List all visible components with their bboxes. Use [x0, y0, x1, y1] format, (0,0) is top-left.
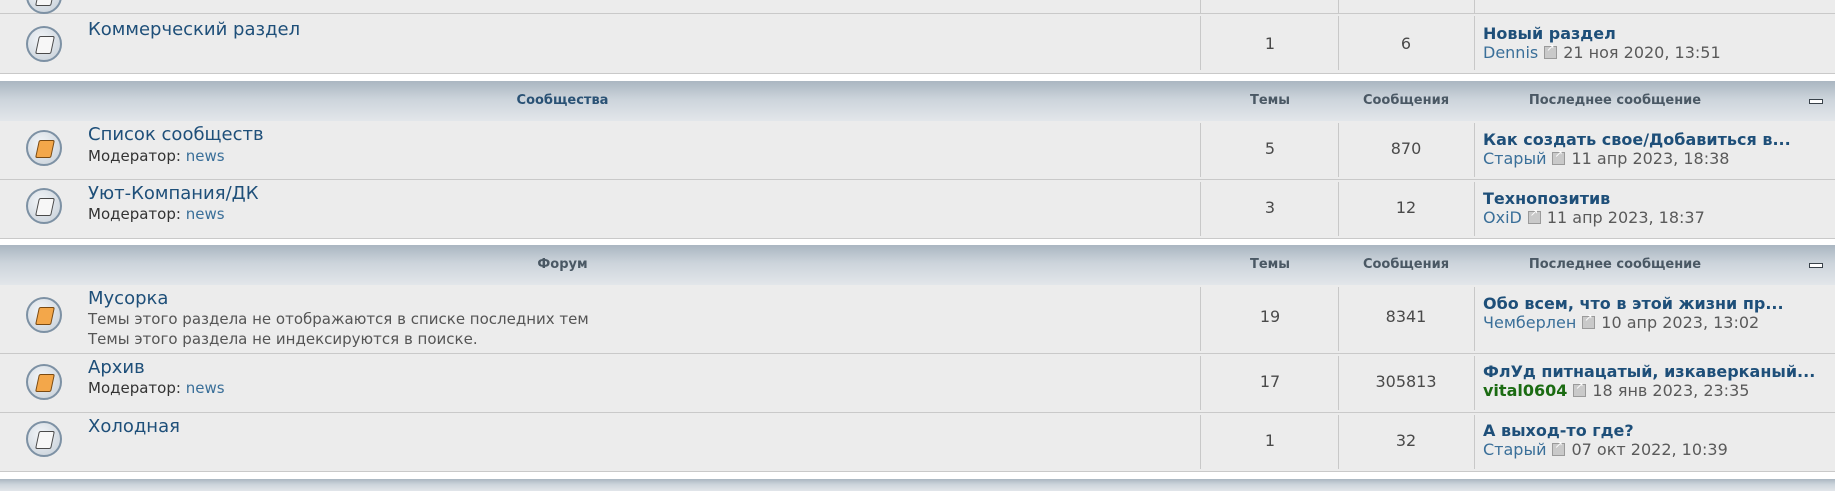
- last-post-title[interactable]: А выход-то где?: [1483, 421, 1634, 440]
- forum-read-icon: [26, 421, 62, 457]
- last-post-meta: vital0604 18 янв 2023, 23:35: [1483, 381, 1749, 400]
- last-post-date: 10 апр 2023, 13:02: [1601, 313, 1760, 332]
- topics-count: 19: [1259, 307, 1281, 326]
- last-post-title[interactable]: Как создать свое/Добавиться в...: [1483, 130, 1791, 149]
- moderator-label: Модератор:: [88, 379, 181, 397]
- moderator-link[interactable]: news: [186, 379, 225, 397]
- last-post-title[interactable]: Технопозитив: [1483, 189, 1610, 208]
- moderator-label: Модератор:: [88, 205, 181, 223]
- forum-read-icon: [26, 26, 62, 62]
- posts-count: 305813: [1375, 372, 1437, 391]
- category-title[interactable]: Форум: [0, 245, 1125, 285]
- posts-count: 12: [1395, 198, 1417, 217]
- posts-count: 6: [1400, 34, 1412, 53]
- last-post-date: 11 апр 2023, 18:37: [1546, 208, 1705, 227]
- forum-title[interactable]: Мусорка: [88, 288, 168, 309]
- last-post-title[interactable]: Новый раздел: [1483, 24, 1616, 43]
- moderator-label: Модератор:: [88, 147, 181, 165]
- forum-unread-icon: [26, 130, 62, 166]
- topics-count: 1: [1264, 34, 1276, 53]
- last-post-user[interactable]: Старый: [1483, 440, 1546, 459]
- topics-count: 5: [1264, 139, 1276, 158]
- goto-last-post-icon[interactable]: [1552, 440, 1566, 456]
- last-post-user[interactable]: Чемберлен: [1483, 313, 1576, 332]
- moderator-line: Модератор: news: [88, 205, 225, 223]
- category-header-partial: [0, 479, 1835, 491]
- category-title[interactable]: Сообщества: [0, 81, 1125, 121]
- topics-count: 3: [1264, 198, 1276, 217]
- topics-header: Темы: [1249, 93, 1291, 108]
- last-post-date: 21 ноя 2020, 13:51: [1563, 43, 1721, 62]
- topics-count: 17: [1259, 372, 1281, 391]
- last-post-title[interactable]: ФлУд питнацатый, изкаверканый...: [1483, 362, 1815, 381]
- posts-count: 32: [1395, 431, 1417, 450]
- last-post-meta: Старый 07 окт 2022, 10:39: [1483, 440, 1728, 459]
- forum-title[interactable]: Уют-Компания/ДК: [88, 183, 258, 204]
- posts-header: Сообщения: [1362, 257, 1450, 272]
- moderator-line: Модератор: news: [88, 147, 225, 165]
- last-post-user[interactable]: Старый: [1483, 149, 1546, 168]
- forum-unread-icon: [26, 297, 62, 333]
- last-post-meta: Dennis 21 ноя 2020, 13:51: [1483, 43, 1721, 62]
- category-header-forum: Форум Темы Сообщения Последнее сообщение: [0, 245, 1835, 285]
- goto-last-post-icon[interactable]: [1544, 43, 1558, 59]
- collapse-category-button[interactable]: [1809, 263, 1823, 268]
- forum-row-commercial[interactable]: Коммерческий раздел 1 6 Новый раздел Den…: [0, 14, 1835, 74]
- forum-row-partial: [0, 0, 1835, 14]
- posts-count: 8341: [1385, 307, 1427, 326]
- last-post-date: 18 янв 2023, 23:35: [1592, 381, 1750, 400]
- forum-row-communities-list[interactable]: Список сообществ Модератор: news 5 870 К…: [0, 121, 1835, 180]
- last-post-user[interactable]: OxiD: [1483, 208, 1522, 227]
- forum-read-icon: [26, 188, 62, 224]
- goto-last-post-icon[interactable]: [1527, 208, 1541, 224]
- collapse-category-button[interactable]: [1809, 99, 1823, 104]
- category-header-communities: Сообщества Темы Сообщения Последнее сооб…: [0, 81, 1835, 121]
- forum-title[interactable]: Холодная: [88, 416, 180, 437]
- last-post-user[interactable]: vital0604: [1483, 381, 1567, 400]
- forum-unread-icon: [26, 364, 62, 400]
- goto-last-post-icon[interactable]: [1582, 313, 1596, 329]
- last-post-date: 07 окт 2022, 10:39: [1571, 440, 1728, 459]
- forum-row-uyut[interactable]: Уют-Компания/ДК Модератор: news 3 12 Тех…: [0, 180, 1835, 239]
- last-post-user[interactable]: Dennis: [1483, 43, 1538, 62]
- forum-description: Темы этого раздела не отображаются в спи…: [88, 310, 589, 328]
- goto-last-post-icon[interactable]: [1573, 381, 1587, 397]
- moderator-link[interactable]: news: [186, 205, 225, 223]
- forum-row-cold[interactable]: Холодная 1 32 А выход-то где? Старый 07 о…: [0, 413, 1835, 472]
- forum-row-archive[interactable]: Архив Модератор: news 17 305813 ФлУд пит…: [0, 354, 1835, 413]
- topics-header: Темы: [1249, 257, 1291, 272]
- moderator-line: Модератор: news: [88, 379, 225, 397]
- forum-title[interactable]: Коммерческий раздел: [88, 19, 300, 40]
- forum-title[interactable]: Список сообществ: [88, 124, 264, 145]
- last-post-meta: Старый 11 апр 2023, 18:38: [1483, 149, 1729, 168]
- posts-header: Сообщения: [1362, 93, 1450, 108]
- last-post-header: Последнее сообщение: [1528, 93, 1702, 108]
- last-post-title[interactable]: Обо всем, что в этой жизни пр...: [1483, 294, 1784, 313]
- last-post-meta: OxiD 11 апр 2023, 18:37: [1483, 208, 1705, 227]
- topics-count: 1: [1264, 431, 1276, 450]
- last-post-date: 11 апр 2023, 18:38: [1571, 149, 1730, 168]
- forum-row-musorka[interactable]: Мусорка Темы этого раздела не отображают…: [0, 285, 1835, 354]
- last-post-header: Последнее сообщение: [1528, 257, 1702, 272]
- posts-count: 870: [1390, 139, 1422, 158]
- last-post-meta: Чемберлен 10 апр 2023, 13:02: [1483, 313, 1759, 332]
- goto-last-post-icon[interactable]: [1552, 149, 1566, 165]
- forum-title[interactable]: Архив: [88, 357, 145, 378]
- forum-description: Темы этого раздела не индексируются в по…: [88, 330, 478, 348]
- forum-read-icon: [26, 0, 62, 14]
- moderator-link[interactable]: news: [186, 147, 225, 165]
